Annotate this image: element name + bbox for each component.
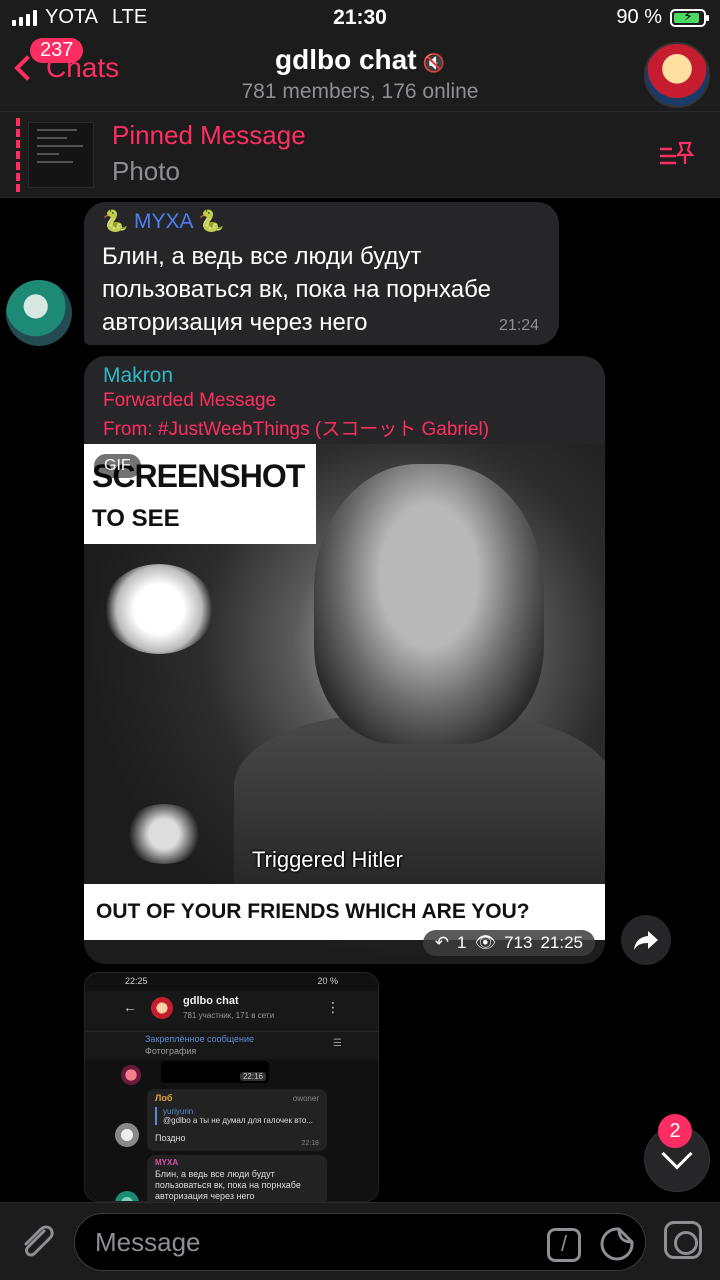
screenshot-time-1: 22:18 xyxy=(301,1140,319,1147)
view-count: 713 xyxy=(504,933,533,952)
camera-icon[interactable] xyxy=(664,1221,702,1259)
message-input[interactable] xyxy=(95,1214,525,1270)
forwarded-message-bubble[interactable]: Makron Forwarded Message From: #JustWeeb… xyxy=(84,356,605,964)
meme-top-line-2: TO SEE xyxy=(92,505,180,532)
screenshot-video-time: 22:16 xyxy=(239,1072,266,1081)
screenshot-pinned: Закреплённое сообщение Фотография ☰ xyxy=(85,1031,378,1059)
gif-media[interactable]: SCREENSHOT TO SEE GIF Triggered Hitler O… xyxy=(84,444,605,964)
screenshot-video: 22:16 xyxy=(161,1061,269,1083)
charging-bolt-icon: ⚡ xyxy=(683,7,693,24)
pinned-message-bar[interactable]: Pinned Message Photo xyxy=(0,112,720,198)
chat-avatar[interactable] xyxy=(644,42,710,108)
screenshot-pin-icon: ☰ xyxy=(333,1038,342,1049)
message-text: Блин, а ведь все люди будут пользоваться… xyxy=(102,243,491,336)
screenshot-back-icon: ← xyxy=(123,999,137,1015)
screenshot-bubble-2: MYXA Блин, а ведь все люди будут пользов… xyxy=(147,1155,327,1201)
screenshot-author-2: MYXA xyxy=(155,1158,179,1167)
message-author[interactable]: 🐍 MYXA 🐍 xyxy=(102,210,541,238)
background-light xyxy=(104,564,214,654)
pinned-indicator xyxy=(16,118,20,192)
message-time: 21:24 xyxy=(498,317,539,334)
sender-avatar[interactable] xyxy=(6,280,72,346)
message-time: 21:25 xyxy=(540,933,583,952)
screenshot-avatar xyxy=(151,997,173,1019)
chat-subtitle: 781 members, 176 online xyxy=(241,80,479,103)
pinned-thumbnail xyxy=(28,122,94,188)
pinned-title: Pinned Message xyxy=(112,120,306,150)
share-button[interactable] xyxy=(621,915,671,965)
screenshot-avatar-1 xyxy=(121,1065,141,1085)
status-time: 21:30 xyxy=(333,6,387,29)
screenshot-status-bar: 22:25 20 % xyxy=(85,973,378,991)
screenshot-battery: 20 % xyxy=(317,976,338,986)
scroll-down-badge: 2 xyxy=(658,1114,692,1148)
sticker-icon[interactable] xyxy=(599,1226,635,1262)
screenshot-pinned-sub: Фотография xyxy=(145,1046,197,1056)
message-input-wrapper: / xyxy=(74,1213,646,1271)
status-right: 90 % ⚡ xyxy=(616,6,709,29)
screenshot-title: gdlbo chat xyxy=(183,995,239,1007)
forwarded-from[interactable]: From: #JustWeebThings (スコーット Gabriel) xyxy=(103,414,489,441)
screenshot-text-2: Блин, а ведь все люди будут пользоваться… xyxy=(155,1169,301,1201)
status-bar: YOTA LTE 21:30 90 % ⚡ xyxy=(0,0,720,38)
battery-percent: 90 % xyxy=(616,6,662,28)
screenshot-menu-icon: ⋮ xyxy=(326,999,340,1015)
message-author[interactable]: Makron xyxy=(103,364,173,388)
screenshot-subtitle: 781 участник, 171 в сети xyxy=(183,1011,275,1020)
bot-command-button[interactable]: / xyxy=(547,1228,581,1262)
pin-list-icon[interactable] xyxy=(658,140,694,170)
photo-message[interactable]: 22:25 20 % ← gdlbo chat 781 участник, 17… xyxy=(84,972,379,1202)
reply-count: 1 xyxy=(457,933,467,952)
microphone-glare xyxy=(124,804,204,864)
share-arrow-icon xyxy=(634,931,658,950)
attach-icon[interactable] xyxy=(14,1219,60,1265)
message-bubble[interactable]: 🐍 MYXA 🐍 Блин, а ведь все люди будут пол… xyxy=(84,202,559,345)
forwarded-label: Forwarded Message xyxy=(103,390,277,411)
battery-icon: ⚡ xyxy=(670,7,709,27)
screenshot-role-1: owoner xyxy=(292,1094,319,1103)
reply-icon: ↶ xyxy=(434,933,450,952)
chat-title[interactable]: gdlbo chat 🔇 xyxy=(0,44,720,76)
chat-title-text: gdlbo chat xyxy=(275,44,417,75)
screenshot-text-1: Поздно xyxy=(155,1133,186,1143)
meme-middle-caption: Triggered Hitler xyxy=(252,847,403,872)
screenshot-time: 22:25 xyxy=(125,976,148,986)
screenshot-header: ← gdlbo chat 781 участник, 171 в сети ⋮ xyxy=(85,991,378,1031)
screenshot-quote: yuriyurin @gdlbo а ты не думал для галоч… xyxy=(155,1107,313,1125)
screenshot-quote-text: @gdlbo а ты не думал для галочек вто... xyxy=(163,1116,313,1125)
screenshot-avatar-3 xyxy=(115,1191,139,1201)
screenshot-bubble-1: Лоб owoner yuriyurin @gdlbo а ты не дума… xyxy=(147,1089,327,1151)
mute-icon: 🔇 xyxy=(422,53,445,73)
views-icon: 👁 xyxy=(474,933,497,952)
screenshot-pinned-title: Закреплённое сообщение xyxy=(145,1034,255,1044)
message-meta: ↶ 1 👁 713 21:25 xyxy=(422,930,595,956)
screenshot-quote-name: yuriyurin xyxy=(163,1107,194,1116)
screenshot-avatar-2 xyxy=(115,1123,139,1147)
figure-head xyxy=(314,464,544,744)
chat-header: Chats 237 gdlbo chat 🔇 781 members, 176 o… xyxy=(0,38,720,112)
message-composer: / xyxy=(0,1202,720,1280)
screenshot-author-1: Лоб xyxy=(155,1093,173,1103)
pinned-subtitle: Photo xyxy=(112,156,180,186)
gif-badge: GIF xyxy=(94,454,141,478)
